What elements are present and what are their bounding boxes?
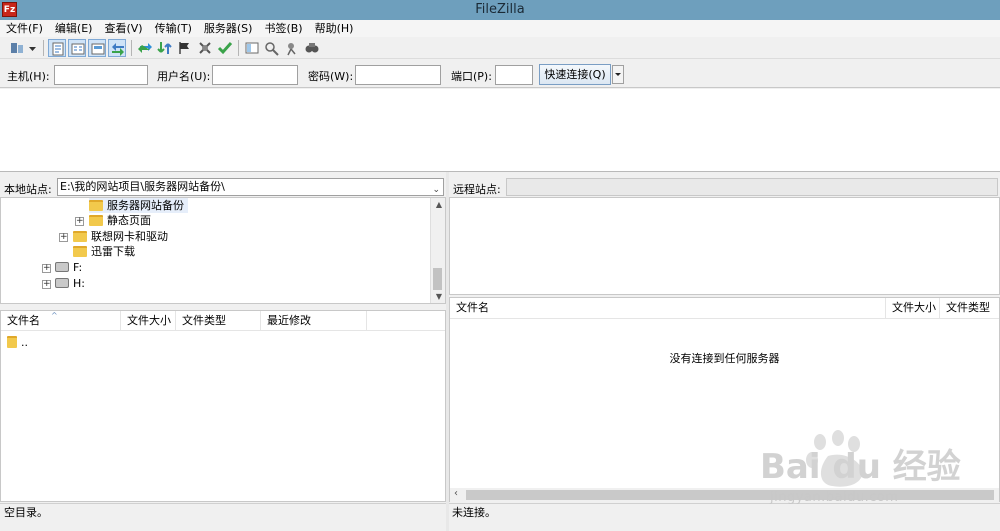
scroll-down-icon[interactable]: ▼ [436,292,442,301]
folder-icon [89,200,103,211]
directory-filter-icon[interactable] [243,39,261,57]
toggle-local-tree-icon[interactable] [68,39,86,57]
message-log[interactable] [0,89,1000,172]
toolbar [0,37,1000,59]
port-input[interactable] [495,65,533,85]
site-manager-icon[interactable] [8,39,26,57]
watermark-logo-text: Bai du 经验 [760,447,961,487]
local-path-combobox[interactable]: E:\我的网站项目\服务器网站备份\ ⌄ [57,178,444,196]
window-title: FileZilla [475,2,525,17]
menu-help[interactable]: 帮助(H) [309,20,360,37]
host-label: 主机(H): [7,70,50,83]
toggle-message-log-icon[interactable] [48,39,66,57]
tree-item[interactable]: H: [55,276,85,291]
tree-item-label: 迅雷下载 [91,245,135,258]
folder-icon [73,231,87,242]
watermark-url: jingyan.baidu.com [770,490,899,505]
quickconnect-button[interactable]: 快速连接(Q) [539,64,611,85]
port-label: 端口(P): [451,70,492,83]
username-input[interactable] [212,65,298,85]
drive-icon [55,278,69,288]
sort-ascending-icon: ^ [51,311,58,320]
remote-directory-tree[interactable] [449,197,1000,295]
list-item[interactable]: .. [7,335,28,350]
tree-item[interactable]: 迅雷下载 [73,244,135,259]
remote-site-bar: 远程站点: [449,177,1000,197]
column-filename[interactable]: 文件名 [450,298,886,318]
tree-item-label: 静态页面 [107,214,151,227]
compare-directories-icon[interactable] [263,39,281,57]
menu-bar: 文件(F) 编辑(E) 查看(V) 传输(T) 服务器(S) 书签(B) 帮助(… [0,20,1000,37]
cancel-operation-icon[interactable] [176,39,194,57]
remote-site-label: 远程站点: [453,183,501,196]
column-filesize[interactable]: 文件大小 [121,311,176,331]
chevron-down-icon [615,73,621,76]
toggle-remote-tree-icon[interactable] [88,39,106,57]
menu-view[interactable]: 查看(V) [98,20,148,37]
toggle-queue-icon[interactable] [108,39,126,57]
password-input[interactable] [355,65,441,85]
refresh-icon[interactable] [136,39,154,57]
column-modified[interactable]: 最近修改 [261,311,367,331]
tree-item-label: F: [73,261,83,274]
menu-transfer[interactable]: 传输(T) [149,20,198,37]
local-site-label: 本地站点: [4,183,52,196]
remote-list-header: 文件名 文件大小 文件类型 [450,298,999,319]
quickconnect-dropdown[interactable] [612,65,624,84]
drive-icon [55,262,69,272]
column-filename[interactable]: 文件名 [1,311,121,331]
expand-icon[interactable]: + [75,217,84,226]
tree-item[interactable]: 联想网卡和驱动 [73,229,168,244]
tree-item[interactable]: 静态页面 [89,213,151,228]
menu-file[interactable]: 文件(F) [0,20,49,37]
reconnect-icon[interactable] [216,39,234,57]
expand-icon[interactable]: + [59,233,68,242]
scroll-left-icon[interactable]: ‹ [454,488,458,499]
tree-item[interactable]: 服务器网站备份 [89,198,188,213]
dropdown-arrow-icon[interactable] [27,39,39,57]
column-filesize[interactable]: 文件大小 [886,298,940,318]
local-status-bar: 空目录。 [0,503,446,521]
local-directory-tree[interactable]: 服务器网站备份 + 静态页面 + 联想网卡和驱动 迅雷下载 + F: + H: … [0,197,446,304]
folder-icon [89,215,103,226]
not-connected-message: 没有连接到任何服务器 [669,352,780,365]
tree-item[interactable]: F: [55,260,82,275]
menu-edit[interactable]: 编辑(E) [49,20,99,37]
remote-path-input[interactable] [506,178,998,196]
local-path-text: E:\我的网站项目\服务器网站备份\ [60,180,225,193]
chevron-down-icon[interactable]: ⌄ [432,182,440,195]
tree-item-label: 服务器网站备份 [107,199,184,212]
folder-icon [7,336,17,348]
folder-icon [73,246,87,257]
menu-bookmarks[interactable]: 书签(B) [258,20,308,37]
scrollbar-thumb[interactable] [433,268,442,290]
local-site-bar: 本地站点: E:\我的网站项目\服务器网站备份\ ⌄ [0,177,446,197]
expand-icon[interactable]: + [42,280,51,289]
sync-browsing-icon[interactable] [283,39,301,57]
tree-item-label: 联想网卡和驱动 [91,230,168,243]
username-label: 用户名(U): [157,70,211,83]
menu-server[interactable]: 服务器(S) [198,20,259,37]
search-remote-icon[interactable] [303,39,321,57]
local-list-header: 文件名 ^ 文件大小 文件类型 最近修改 [1,311,445,331]
disconnect-icon[interactable] [196,39,214,57]
quickconnect-bar: 主机(H): 用户名(U): 密码(W): 端口(P): 快速连接(Q) [0,60,1000,88]
title-bar: Fz FileZilla [0,0,1000,20]
vertical-scrollbar[interactable]: ▲ ▼ [430,198,445,303]
column-filetype[interactable]: 文件类型 [940,298,999,318]
tree-item-label: H: [73,277,85,290]
host-input[interactable] [54,65,148,85]
column-filetype[interactable]: 文件类型 [176,311,261,331]
local-file-list[interactable]: 文件名 ^ 文件大小 文件类型 最近修改 .. [0,310,446,502]
expand-icon[interactable]: + [42,264,51,273]
password-label: 密码(W): [308,70,354,83]
process-queue-icon[interactable] [156,39,174,57]
list-item-name: .. [21,336,28,349]
scroll-up-icon[interactable]: ▲ [436,200,442,209]
